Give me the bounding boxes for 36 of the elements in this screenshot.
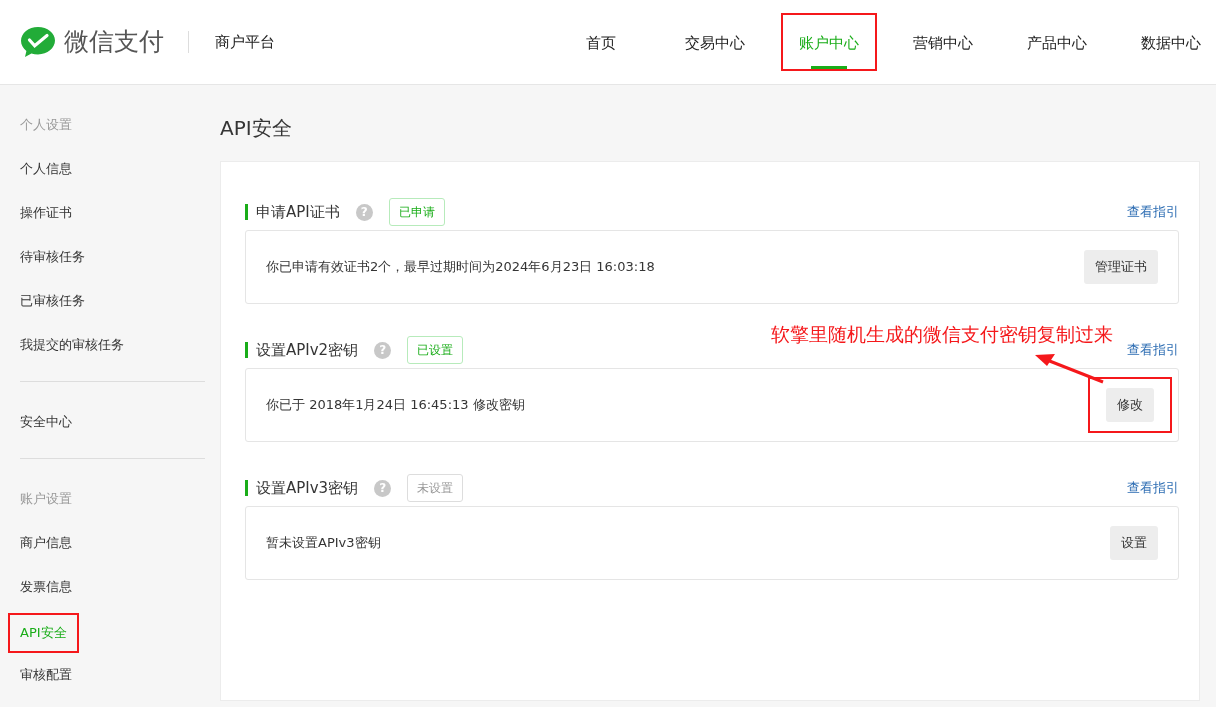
info-text: 你已于 2018年1月24日 16:45:13 修改密钥	[266, 396, 525, 415]
sidebar-item[interactable]: 已审核任务	[20, 289, 205, 333]
platform-title: 商户平台	[188, 30, 275, 54]
sidebar-item[interactable]: 待审核任务	[20, 245, 205, 289]
action-button[interactable]: 设置	[1110, 526, 1158, 560]
nav-tab[interactable]: 产品中心	[1015, 15, 1099, 69]
status-tag: 已设置	[407, 336, 464, 364]
page-title: API安全	[220, 115, 293, 142]
sidebar-heading: 账户设置	[20, 490, 73, 508]
sidebar-heading: 个人设置	[20, 116, 73, 134]
sidebar-item[interactable]: 安全中心	[20, 410, 205, 454]
status-tag: 未设置	[407, 474, 464, 502]
guide-link[interactable]: 查看指引	[1127, 202, 1179, 222]
logo-icon	[20, 26, 56, 58]
guide-link[interactable]: 查看指引	[1127, 478, 1179, 498]
section-title: 设置APIv2密钥	[245, 342, 359, 358]
info-text: 暂未设置APIv3密钥	[266, 534, 381, 553]
section-title: 申请API证书	[245, 204, 340, 220]
status-tag: 已申请	[388, 198, 445, 226]
guide-link[interactable]: 查看指引	[1127, 340, 1179, 360]
brand-name: 微信支付	[64, 26, 164, 59]
section-title: 设置APIv3密钥	[245, 480, 359, 496]
sidebar-item[interactable]: 审核配置	[20, 663, 205, 707]
action-button[interactable]: 管理证书	[1084, 250, 1158, 284]
sidebar-item[interactable]: 发票信息	[20, 575, 205, 619]
annotation-text: 软擎里随机生成的微信支付密钥复制过来	[771, 322, 1113, 347]
sidebar-item[interactable]: 操作证书	[20, 201, 205, 245]
nav-tab[interactable]: 交易中心	[673, 15, 757, 69]
sidebar-item[interactable]: 商户信息	[20, 531, 205, 575]
nav-tab[interactable]: 营销中心	[901, 15, 985, 69]
sidebar-item[interactable]: 个人信息	[20, 157, 205, 201]
nav-tab[interactable]: 首页	[574, 15, 628, 69]
sidebar-item[interactable]: 我提交的审核任务	[20, 333, 205, 377]
info-text: 你已申请有效证书2个，最早过期时间为2024年6月23日 16:03:18	[266, 258, 655, 277]
action-button[interactable]: 修改	[1106, 388, 1154, 422]
nav-tab[interactable]: 数据中心	[1129, 15, 1213, 69]
